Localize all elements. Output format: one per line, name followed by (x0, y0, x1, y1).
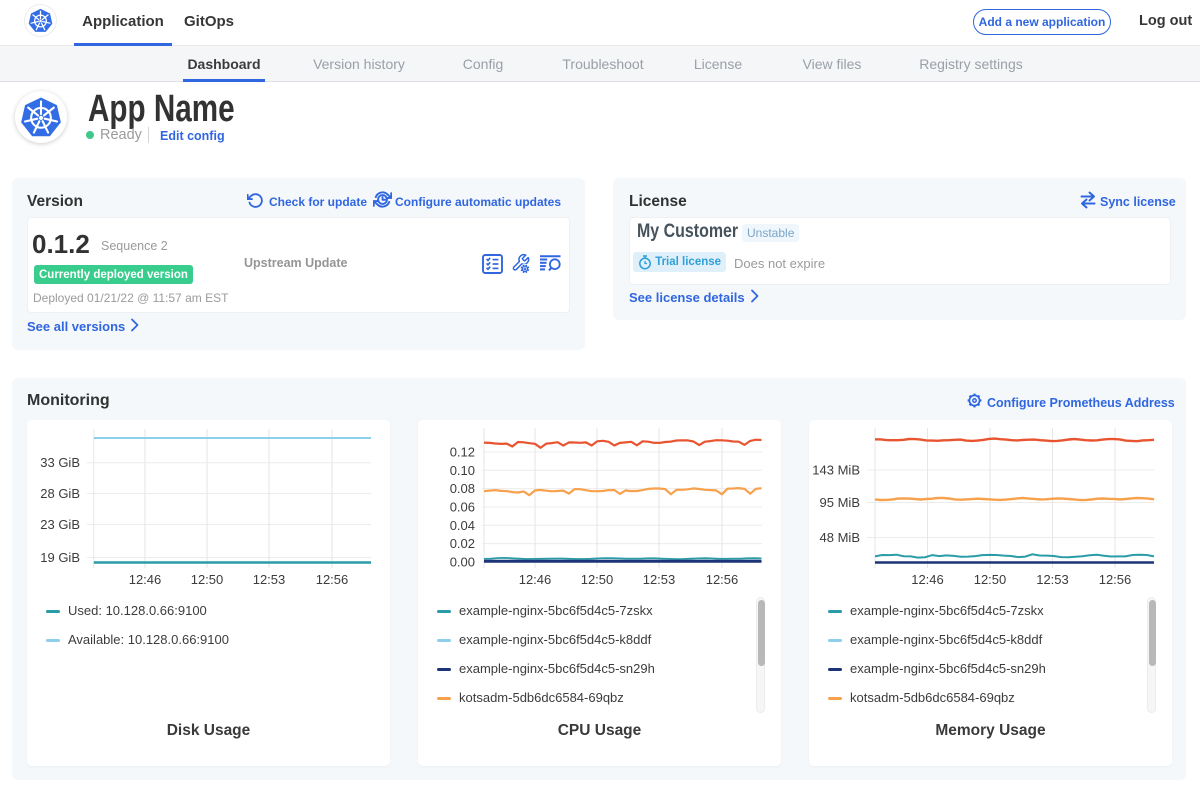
svg-text:12:53: 12:53 (1036, 572, 1069, 587)
svg-text:0.08: 0.08 (450, 481, 475, 496)
svg-text:0.02: 0.02 (450, 536, 475, 551)
svg-text:12:46: 12:46 (129, 572, 162, 587)
svg-text:12:56: 12:56 (316, 572, 349, 587)
svg-text:33 GiB: 33 GiB (40, 455, 80, 470)
svg-text:12:56: 12:56 (706, 572, 739, 587)
svg-text:12:53: 12:53 (643, 572, 676, 587)
svg-text:19 GiB: 19 GiB (40, 550, 80, 565)
svg-text:12:50: 12:50 (974, 572, 1007, 587)
svg-text:28 GiB: 28 GiB (40, 486, 80, 501)
svg-text:143 MiB: 143 MiB (812, 463, 860, 478)
svg-text:12:46: 12:46 (911, 572, 944, 587)
svg-text:12:53: 12:53 (253, 572, 286, 587)
svg-text:12:50: 12:50 (191, 572, 224, 587)
svg-text:48 MiB: 48 MiB (820, 530, 860, 545)
svg-text:23 GiB: 23 GiB (40, 517, 80, 532)
svg-text:0.04: 0.04 (450, 518, 475, 533)
svg-text:12:46: 12:46 (519, 572, 552, 587)
svg-text:0.10: 0.10 (450, 463, 475, 478)
svg-text:0.00: 0.00 (450, 555, 475, 570)
svg-text:0.12: 0.12 (450, 445, 475, 460)
svg-text:0.06: 0.06 (450, 500, 475, 515)
svg-text:12:56: 12:56 (1099, 572, 1132, 587)
svg-text:95 MiB: 95 MiB (820, 495, 860, 510)
svg-text:12:50: 12:50 (581, 572, 614, 587)
